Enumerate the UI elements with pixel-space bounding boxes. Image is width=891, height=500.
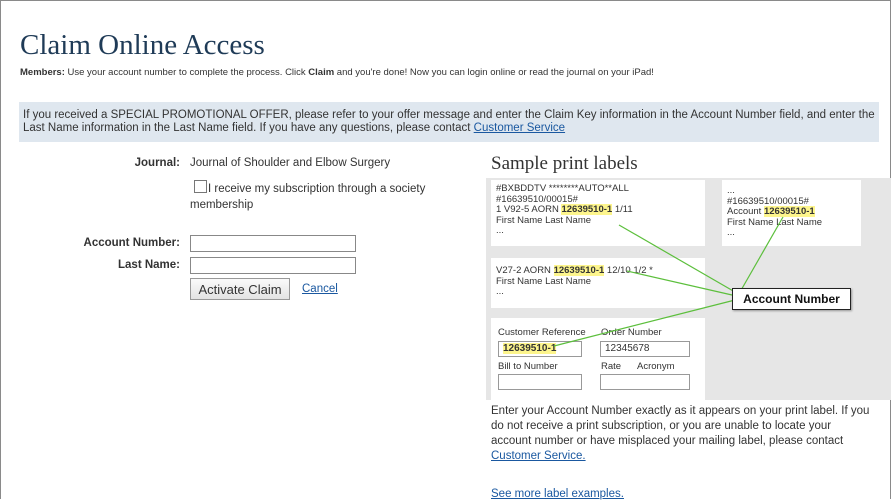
instructions-customer-service-link[interactable]: Customer Service. bbox=[491, 450, 586, 462]
callout-line-2 bbox=[739, 216, 784, 293]
account-number-instructions: Enter your Account Number exactly as it … bbox=[491, 404, 871, 464]
callout-line-3 bbox=[626, 270, 733, 296]
see-more-label-examples-link[interactable]: See more label examples. bbox=[491, 488, 624, 500]
instructions-text: Enter your Account Number exactly as it … bbox=[491, 405, 870, 447]
account-number-callout: Account Number bbox=[732, 288, 851, 310]
callout-line-4 bbox=[553, 299, 736, 347]
